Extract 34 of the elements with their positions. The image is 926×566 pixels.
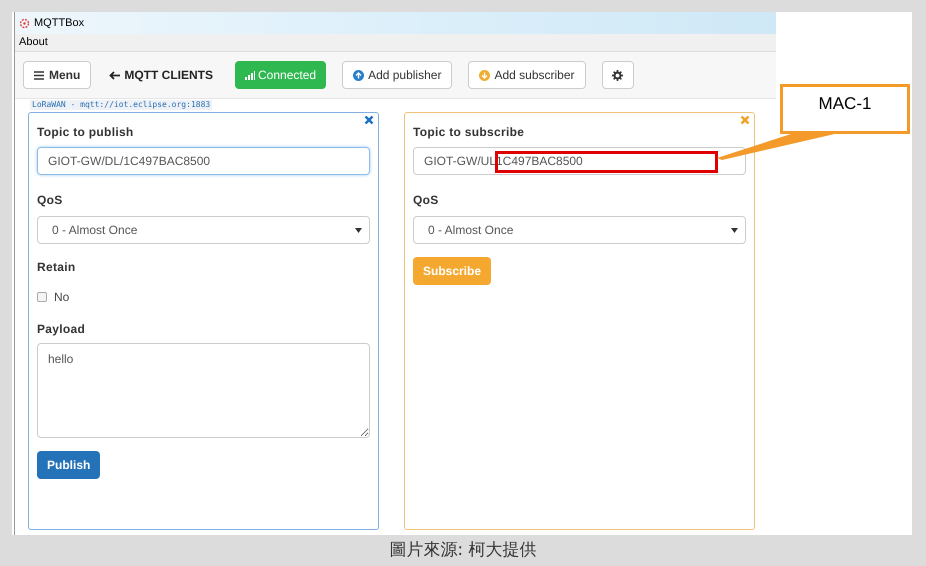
payload-textarea[interactable]: hello bbox=[37, 343, 370, 438]
field-label: QoS bbox=[413, 192, 440, 209]
circle-arrow-down-icon bbox=[479, 70, 490, 80]
field-label: QoS bbox=[37, 192, 64, 209]
retain-checkbox[interactable] bbox=[37, 292, 47, 302]
add-subscriber-button[interactable]: Add subscriber bbox=[468, 61, 586, 89]
back-link[interactable]: MQTT CLIENTS bbox=[109, 66, 214, 84]
field-label: Topic to publish bbox=[37, 124, 135, 141]
signal-icon bbox=[245, 70, 256, 80]
window-title: MQTTBox bbox=[34, 16, 84, 31]
caret-icon bbox=[355, 228, 362, 232]
field-label: Payload bbox=[37, 321, 86, 338]
circle-arrow-up-icon bbox=[353, 70, 364, 80]
menu-button[interactable]: Menu bbox=[23, 61, 92, 89]
arrow-left-icon bbox=[109, 70, 120, 80]
add-publisher-button[interactable]: Add publisher bbox=[342, 61, 452, 89]
app-icon bbox=[19, 18, 30, 28]
checkbox-label: No bbox=[54, 289, 70, 306]
image-caption: 圖片來源: 柯大提供 bbox=[389, 538, 537, 562]
menu-item[interactable]: About bbox=[19, 34, 48, 51]
publish-button[interactable]: Publish bbox=[37, 451, 100, 479]
caret-icon bbox=[731, 228, 738, 232]
callout-box: MAC-1 bbox=[780, 84, 910, 134]
status-label: Connected bbox=[258, 67, 316, 84]
menu-icon bbox=[34, 70, 44, 80]
settings-button[interactable] bbox=[602, 61, 634, 89]
close-icon[interactable] bbox=[364, 115, 374, 125]
topic-input[interactable]: GIOT-GW/DL/1C497BAC8500 bbox=[37, 147, 370, 175]
qos-select[interactable]: 0 - Almost Once bbox=[37, 216, 370, 244]
connection-label: LoRaWAN - mqtt://iot.eclipse.org:1883 bbox=[30, 100, 212, 110]
settings-icon bbox=[612, 70, 623, 80]
field-label: Topic to subscribe bbox=[413, 124, 526, 141]
qos-select[interactable]: 0 - Almost Once bbox=[413, 216, 746, 244]
field-label: Retain bbox=[37, 259, 76, 276]
